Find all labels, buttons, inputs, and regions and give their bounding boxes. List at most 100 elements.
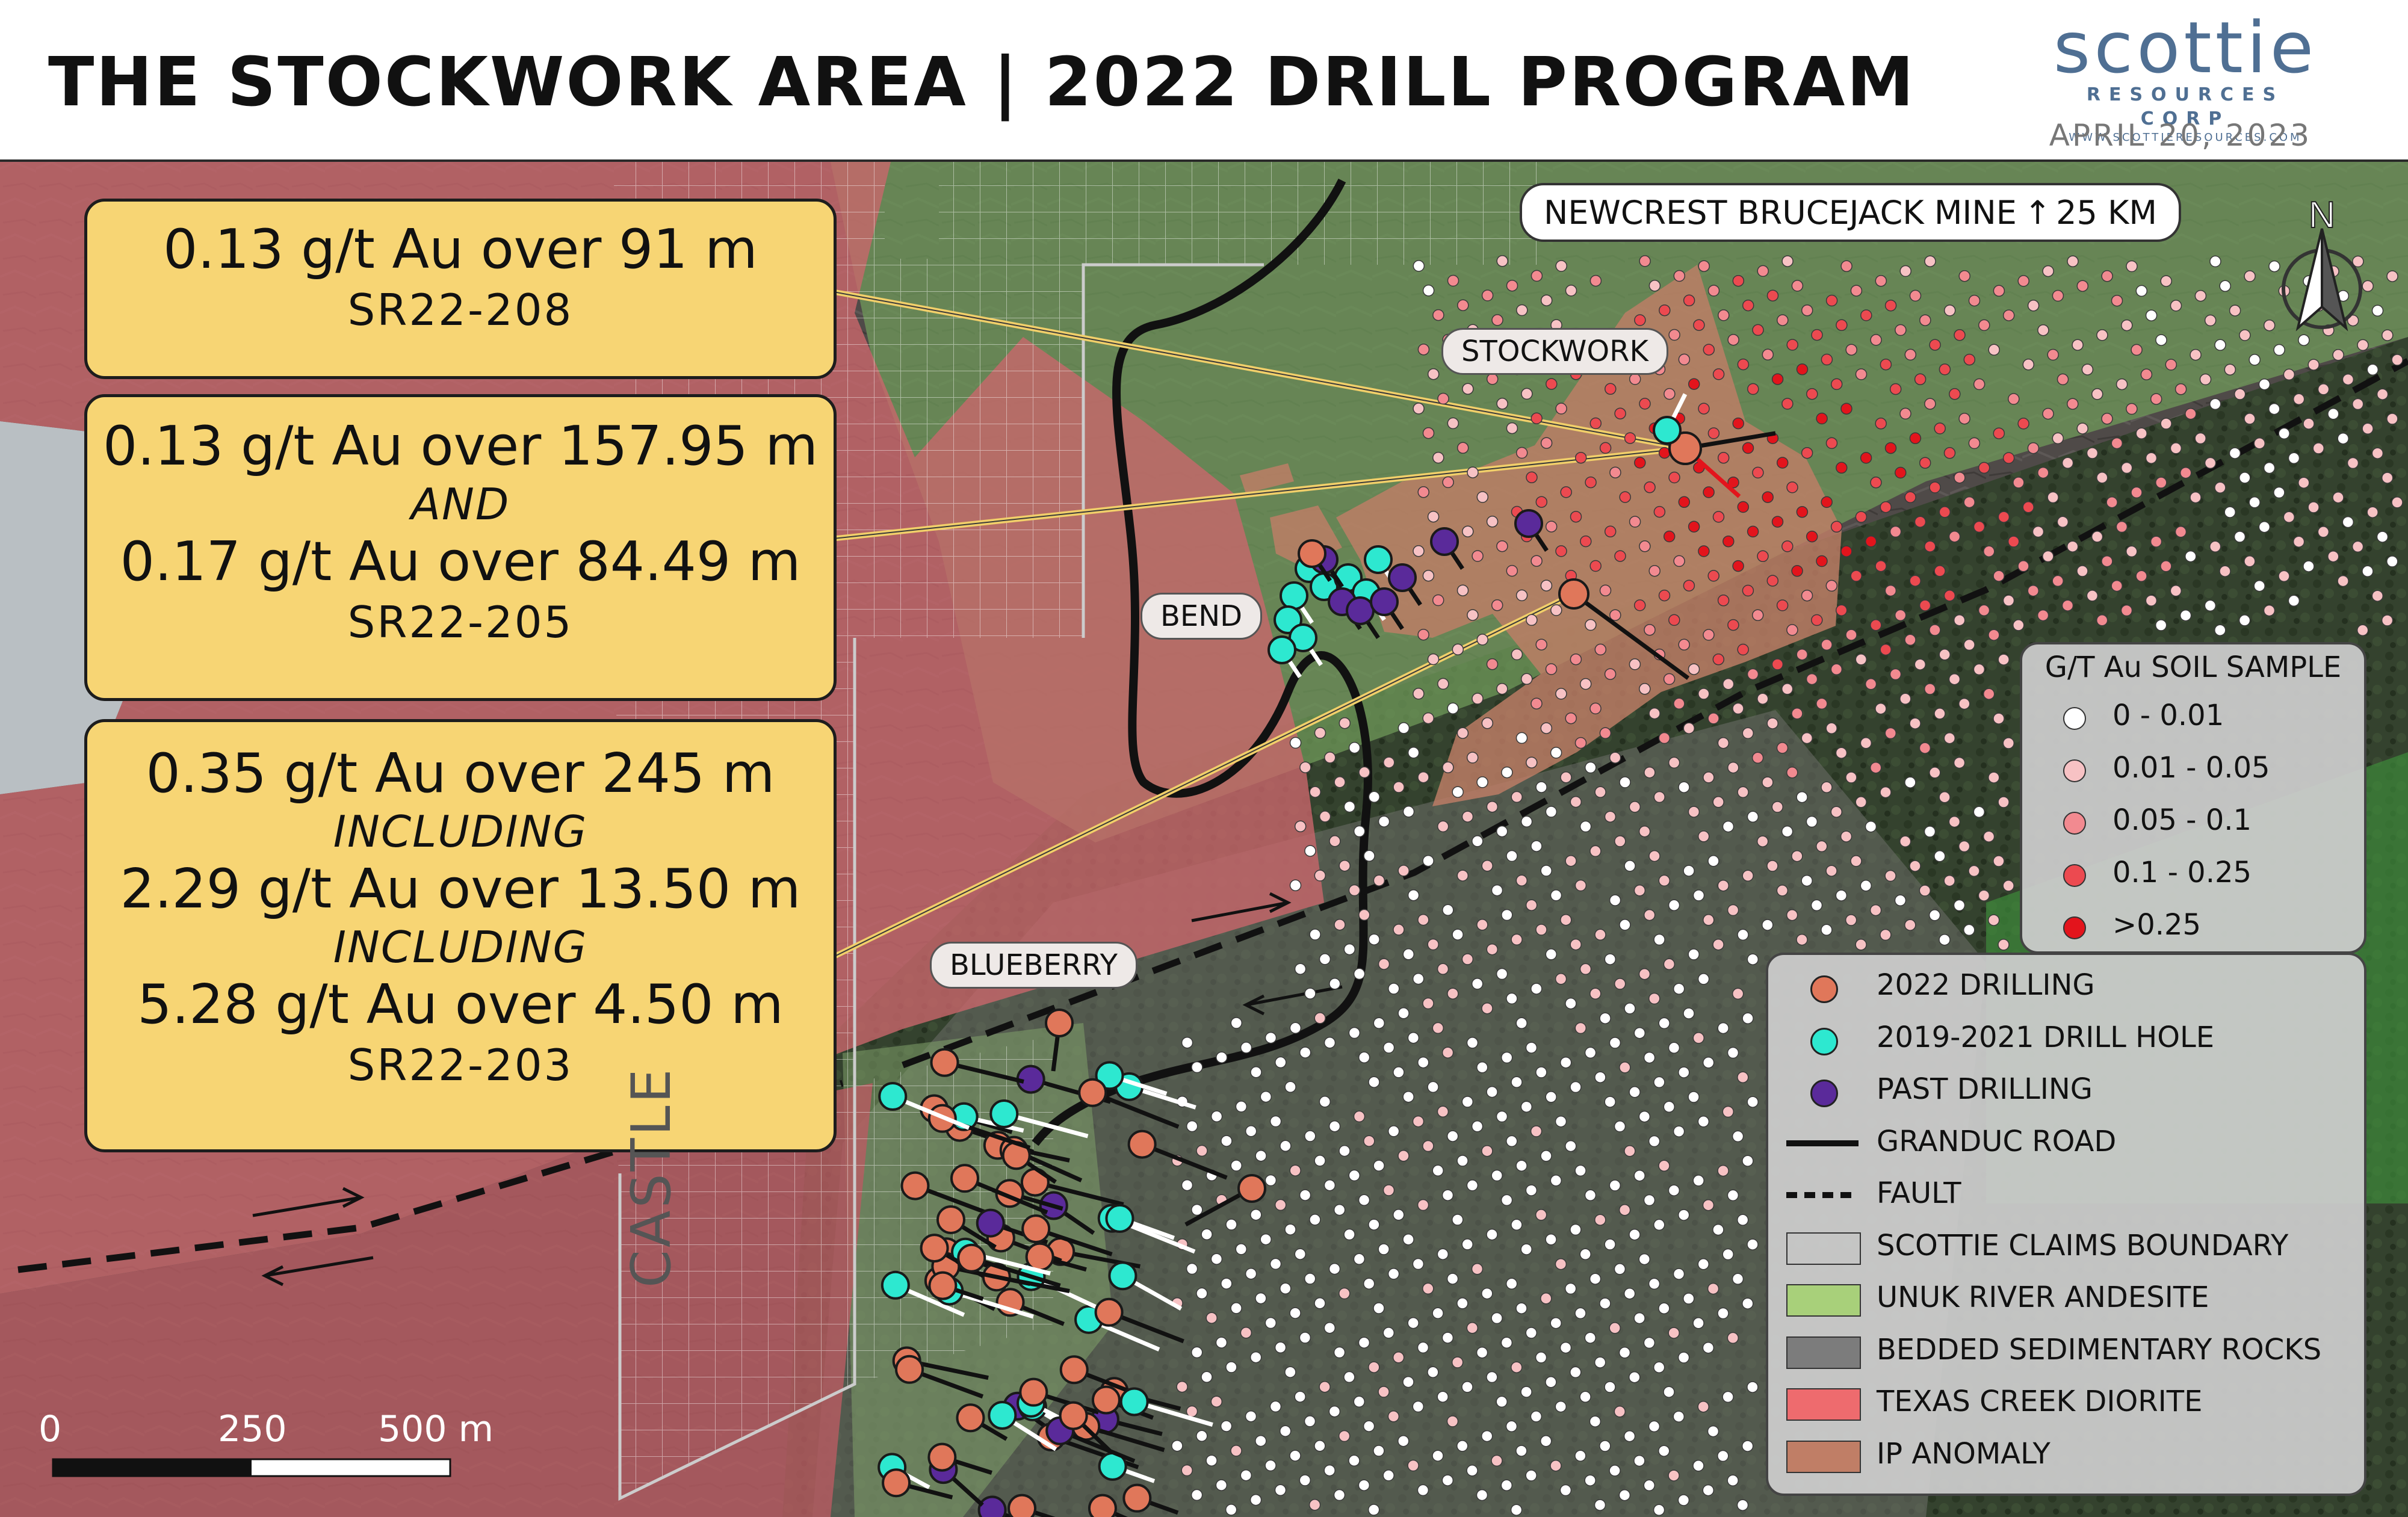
soil-sample-point bbox=[1712, 511, 1725, 523]
mine-direction-label: NEWCREST BRUCEJACK MINE ↑ 25 KM bbox=[1520, 183, 2182, 242]
soil-sample-point bbox=[1737, 643, 1749, 656]
legend-label: 2022 DRILLING bbox=[1877, 968, 2095, 1002]
soil-sample-point bbox=[1677, 1352, 1690, 1364]
drill-collar bbox=[1088, 1494, 1117, 1517]
soil-sample-point bbox=[1526, 614, 1538, 626]
soil-sample-point bbox=[1909, 717, 1921, 729]
mine-name: NEWCREST BRUCEJACK MINE bbox=[1544, 193, 2017, 232]
soil-sample-point bbox=[1333, 1346, 1346, 1359]
soil-sample-point bbox=[2135, 427, 2147, 440]
soil-sample-point bbox=[1703, 914, 1715, 926]
soil-sample-point bbox=[1402, 806, 1415, 818]
page-title: THE STOCKWORK AREA | 2022 DRILL PROGRAM bbox=[48, 43, 1916, 122]
soil-sample-point bbox=[1771, 801, 1784, 813]
soil-sample-point bbox=[1953, 756, 1966, 769]
soil-sample-point bbox=[1762, 348, 1774, 361]
soil-sample-point bbox=[1958, 412, 1970, 425]
soil-sample-point bbox=[1707, 712, 1719, 725]
soil-sample-point bbox=[1648, 564, 1661, 577]
soil-sample-point bbox=[1515, 1445, 1527, 1457]
soil-sample-point bbox=[1496, 682, 1508, 695]
soil-sample-point bbox=[1618, 1347, 1631, 1359]
soil-sample-point bbox=[1619, 1061, 1631, 1074]
soil-sample-point bbox=[2013, 619, 2025, 631]
soil-sample-point bbox=[2303, 560, 2315, 572]
soil-sample-point bbox=[1476, 634, 1488, 646]
soil-sample-point bbox=[1594, 1071, 1606, 1083]
soil-sample-point bbox=[1801, 732, 1813, 744]
soil-sample-point bbox=[1825, 722, 1837, 735]
soil-sample-point bbox=[1461, 1096, 1474, 1108]
soil-sample-point bbox=[1314, 1155, 1326, 1167]
soil-sample-point bbox=[1948, 673, 1961, 685]
soil-sample-point bbox=[1279, 1425, 1292, 1437]
soil-sample-point bbox=[1191, 1203, 1203, 1216]
soil-sample-point bbox=[1422, 569, 1435, 582]
soil-sample-point bbox=[1692, 1032, 1705, 1044]
soil-sample-point bbox=[1545, 1091, 1557, 1103]
soil-sample-point bbox=[2061, 599, 2074, 611]
soil-sample-point bbox=[2263, 462, 2276, 474]
soil-sample-point bbox=[1678, 353, 1691, 366]
soil-sample-point bbox=[1515, 874, 1528, 887]
soil-sample-point bbox=[2357, 339, 2369, 351]
soil-sample-point bbox=[1806, 388, 1818, 400]
soil-sample-point bbox=[1289, 737, 1302, 749]
soil-sample-point bbox=[1629, 658, 1641, 670]
soil-sample-point bbox=[1353, 825, 1366, 838]
soil-sample-point bbox=[1353, 1253, 1366, 1265]
soil-sample-point bbox=[1968, 294, 1981, 307]
area-label-bend: BEND bbox=[1141, 593, 1263, 640]
soil-sample-point bbox=[1437, 963, 1449, 975]
legend-label: FAULT bbox=[1877, 1176, 1961, 1210]
soil-sample-point bbox=[1589, 1273, 1602, 1285]
soil-sample-point bbox=[1673, 983, 1685, 995]
soil-sample-point bbox=[1201, 1371, 1213, 1383]
soil-legend-swatch bbox=[2063, 864, 2086, 887]
soil-sample-point bbox=[1520, 815, 1533, 828]
soil-sample-point bbox=[1973, 378, 1986, 391]
soil-sample-point bbox=[1540, 722, 1553, 734]
soil-sample-point bbox=[1505, 1420, 1518, 1433]
soil-sample-point bbox=[1589, 987, 1602, 1000]
soil-sample-point bbox=[1230, 1017, 1243, 1029]
soil-sample-point bbox=[1476, 1346, 1488, 1359]
soil-sample-point bbox=[1796, 648, 1808, 661]
soil-sample-point bbox=[1727, 1046, 1739, 1059]
soil-sample-point bbox=[2204, 314, 2217, 327]
soil-sample-point bbox=[2244, 413, 2256, 425]
soil-sample-point bbox=[1284, 1081, 1296, 1093]
soil-sample-point bbox=[1264, 1031, 1277, 1044]
soil-sample-point bbox=[1904, 348, 1917, 361]
soil-sample-point bbox=[1668, 1327, 1680, 1339]
soil-sample-point bbox=[1432, 594, 1444, 607]
soil-sample-point bbox=[2214, 481, 2226, 494]
soil-sample-point bbox=[1422, 285, 1435, 297]
soil-sample-point bbox=[1678, 781, 1690, 793]
soil-sample-point bbox=[1304, 1273, 1316, 1285]
soil-sample-point bbox=[1604, 1096, 1616, 1108]
drill-collar bbox=[928, 1271, 958, 1300]
soil-sample-point bbox=[2111, 437, 2123, 450]
soil-sample-point bbox=[2376, 531, 2389, 543]
soil-sample-point bbox=[1437, 1248, 1449, 1260]
soil-sample-point bbox=[1717, 737, 1730, 749]
soil-sample-point bbox=[2219, 565, 2231, 577]
soil-sample-point bbox=[1791, 850, 1803, 862]
soil-sample-point bbox=[1481, 717, 1494, 729]
soil-sample-point bbox=[1466, 1037, 1479, 1049]
soil-sample-point bbox=[2135, 285, 2148, 297]
soil-sample-point bbox=[1201, 1228, 1213, 1241]
soil-sample-point bbox=[2376, 388, 2389, 400]
soil-sample-point bbox=[1821, 781, 1833, 794]
soil-sample-point bbox=[2337, 575, 2349, 587]
soil-sample-point bbox=[2072, 339, 2084, 351]
soil-sample-point bbox=[1466, 1179, 1479, 1191]
soil-sample-point bbox=[1358, 1051, 1370, 1064]
soil-sample-point bbox=[1742, 584, 1754, 597]
soil-sample-point bbox=[1515, 589, 1528, 602]
soil-sample-point bbox=[1870, 334, 1882, 346]
soil-sample-point bbox=[1432, 1022, 1444, 1034]
soil-sample-point bbox=[1648, 1420, 1661, 1433]
soil-sample-point bbox=[1663, 1386, 1675, 1398]
